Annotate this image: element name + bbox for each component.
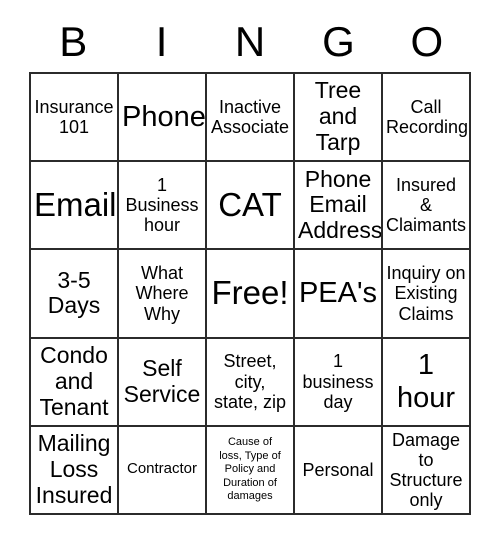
bingo-cell-label: Inactive Associate xyxy=(210,96,290,138)
bingo-cell-label: Damage to Structure only xyxy=(389,429,463,511)
bingo-cell[interactable]: Phone xyxy=(119,74,207,163)
bingo-cell-label: 1 business day xyxy=(302,351,374,412)
bingo-cell-label: Inquiry on Existing Claims xyxy=(386,263,466,324)
bingo-cell-label: CAT xyxy=(218,185,282,223)
bingo-cell-label: 3-5 Days xyxy=(47,266,101,319)
bingo-cell[interactable]: Damage to Structure only xyxy=(383,426,471,515)
bingo-cell[interactable]: Contractor xyxy=(119,426,207,515)
bingo-cell-label: Phone xyxy=(122,100,206,133)
bingo-cell[interactable]: Mailing Loss Insured xyxy=(31,426,119,515)
bingo-cell[interactable]: Insured & Claimants xyxy=(383,162,471,251)
bingo-cell[interactable]: Inquiry on Existing Claims xyxy=(383,250,471,339)
bingo-cell[interactable]: 3-5 Days xyxy=(31,250,119,339)
bingo-cell[interactable]: Condo and Tenant xyxy=(31,338,119,427)
bingo-cell[interactable]: Personal xyxy=(295,426,383,515)
bingo-cell-free-space[interactable]: Free! xyxy=(207,250,295,339)
header-letter-g: G xyxy=(322,18,355,65)
bingo-cell[interactable]: CAT xyxy=(207,162,295,251)
bingo-cell-label: PEA's xyxy=(298,277,378,310)
bingo-cell[interactable]: Self Service xyxy=(119,338,207,427)
bingo-cell-label: Contractor xyxy=(126,460,198,478)
bingo-cell-label: Call Recording xyxy=(386,96,469,138)
bingo-cell-label: Self Service xyxy=(123,354,201,407)
bingo-cell[interactable]: Tree and Tarp xyxy=(295,74,383,163)
bingo-cell-label: Free! xyxy=(211,274,289,312)
bingo-cell-label: Tree and Tarp xyxy=(314,77,362,155)
bingo-cell-label: Street, city, state, zip xyxy=(213,351,287,412)
bingo-card: B I N G O Insurance 101 Phone Inactive A… xyxy=(0,0,500,544)
bingo-cell[interactable]: 1 business day xyxy=(295,338,383,427)
bingo-header-row: B I N G O xyxy=(29,12,471,72)
bingo-cell[interactable]: 1 hour xyxy=(383,338,471,427)
bingo-cell-label: Condo and Tenant xyxy=(39,342,109,420)
header-letter-i: I xyxy=(155,18,168,65)
bingo-cell-label: What Where Why xyxy=(135,263,189,324)
bingo-cell[interactable]: What Where Why xyxy=(119,250,207,339)
bingo-cell[interactable]: Cause of loss, Type of Policy and Durati… xyxy=(207,426,295,515)
bingo-cell-label: Personal xyxy=(302,459,374,480)
bingo-cell[interactable]: PEA's xyxy=(295,250,383,339)
bingo-cell-label: 1 Business hour xyxy=(125,175,199,236)
bingo-cell[interactable]: Phone Email Address xyxy=(295,162,383,251)
bingo-cell-label: 1 hour xyxy=(396,349,456,414)
header-letter-n: N xyxy=(234,18,266,65)
bingo-cell[interactable]: Street, city, state, zip xyxy=(207,338,295,427)
bingo-cell[interactable]: 1 Business hour xyxy=(119,162,207,251)
bingo-cell-label: Phone Email Address xyxy=(298,165,383,244)
bingo-cell-label: Insured & Claimants xyxy=(386,175,467,236)
bingo-cell-label: Mailing Loss Insured xyxy=(35,430,113,508)
header-letter-b: B xyxy=(59,18,88,65)
bingo-grid: Insurance 101 Phone Inactive Associate T… xyxy=(29,72,471,515)
bingo-cell[interactable]: Email xyxy=(31,162,119,251)
bingo-cell[interactable]: Call Recording xyxy=(383,74,471,163)
bingo-cell[interactable]: Inactive Associate xyxy=(207,74,295,163)
bingo-cell[interactable]: Insurance 101 xyxy=(31,74,119,163)
bingo-cell-label: Cause of loss, Type of Policy and Durati… xyxy=(219,436,281,502)
bingo-cell-label: Email xyxy=(34,185,117,223)
bingo-cell-label: Insurance 101 xyxy=(34,96,114,138)
header-letter-o: O xyxy=(410,18,444,65)
